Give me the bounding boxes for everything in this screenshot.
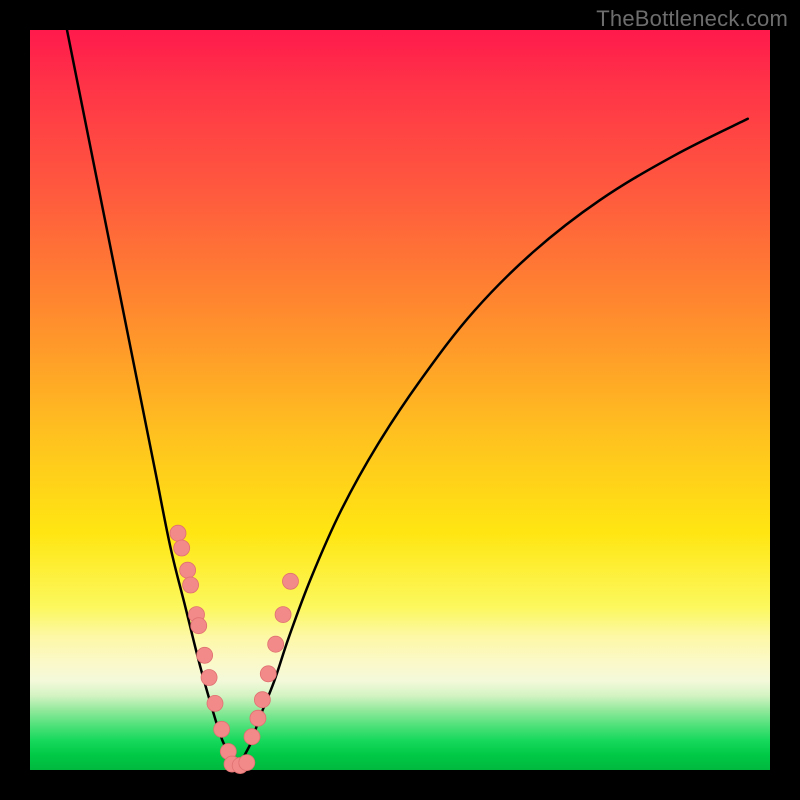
data-dot bbox=[250, 710, 266, 726]
data-dots-group bbox=[170, 525, 298, 773]
data-dot bbox=[180, 562, 196, 578]
data-dot bbox=[197, 647, 213, 663]
data-dot bbox=[214, 721, 230, 737]
data-dot bbox=[244, 729, 260, 745]
data-dot bbox=[260, 666, 276, 682]
data-dot bbox=[239, 755, 255, 771]
chart-frame: TheBottleneck.com bbox=[0, 0, 800, 800]
data-dot bbox=[268, 636, 284, 652]
data-dot bbox=[191, 618, 207, 634]
watermark-text: TheBottleneck.com bbox=[596, 6, 788, 32]
data-dot bbox=[183, 577, 199, 593]
data-dot bbox=[170, 525, 186, 541]
data-dot bbox=[201, 670, 217, 686]
data-dot bbox=[282, 573, 298, 589]
data-dot bbox=[174, 540, 190, 556]
data-dot bbox=[207, 695, 223, 711]
right-curve bbox=[237, 119, 748, 770]
data-dot bbox=[275, 607, 291, 623]
chart-svg bbox=[30, 30, 770, 770]
plot-area bbox=[30, 30, 770, 770]
data-dot bbox=[254, 692, 270, 708]
